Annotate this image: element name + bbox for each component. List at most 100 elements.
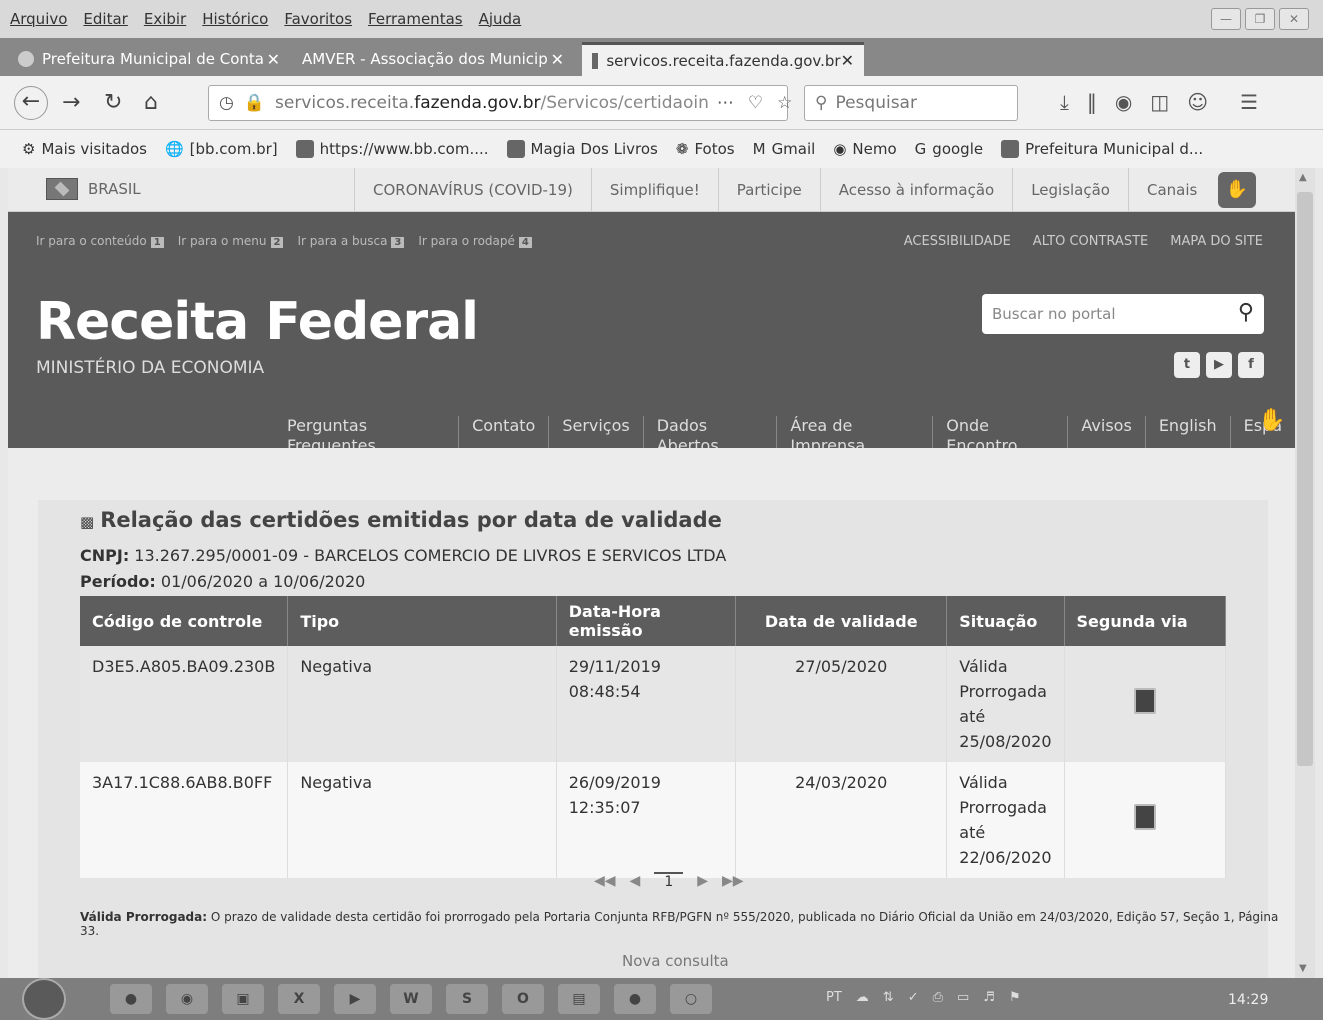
table-row: 3A17.1C88.6AB8.B0FF Negativa 26/09/2019 … — [80, 762, 1226, 878]
next-page-icon[interactable]: ▶ — [697, 873, 708, 889]
tab-label: Prefeitura Municipal de Conta — [42, 50, 264, 68]
folder-icon[interactable]: ▤ — [558, 984, 600, 1014]
tab-receita[interactable]: servicos.receita.fazenda.gov.br ✕ — [582, 42, 864, 76]
bookmark-fotos[interactable]: ❁ Fotos — [676, 140, 735, 158]
prev-page-icon[interactable]: ◀ — [630, 873, 641, 889]
check-icon[interactable]: ✓ — [908, 990, 919, 1005]
app-icon[interactable]: ● — [110, 984, 152, 1014]
link-acessibilidade[interactable]: ACESSIBILIDADE — [904, 234, 1011, 249]
clock[interactable]: 14:29 — [1228, 992, 1268, 1008]
app-icon[interactable]: ▣ — [222, 984, 264, 1014]
maximize-icon[interactable]: ❐ — [1245, 8, 1275, 30]
excel-icon[interactable]: X — [278, 984, 320, 1014]
facebook-icon[interactable]: f — [1238, 352, 1264, 378]
skip-link-footer[interactable]: Ir para o rodapé 4 — [418, 234, 532, 248]
first-page-icon[interactable]: ◀◀ — [594, 873, 616, 889]
network-icon[interactable]: ⇅ — [883, 990, 894, 1005]
pocket-icon[interactable]: ♡ — [748, 93, 763, 113]
app-icon[interactable]: ● — [614, 984, 656, 1014]
skip-link-menu[interactable]: Ir para o menu 2 — [178, 234, 284, 248]
gov-link-canais[interactable]: Canais — [1128, 168, 1215, 212]
bookmark-prefeitura[interactable]: Prefeitura Municipal d... — [1001, 140, 1203, 158]
last-page-icon[interactable]: ▶▶ — [722, 873, 744, 889]
menu-exibir[interactable]: Exibir — [144, 10, 186, 28]
lock-icon[interactable]: 🔒 — [244, 93, 265, 113]
portal-search-input[interactable]: Buscar no portal ⚲ — [982, 294, 1264, 334]
scroll-down-icon[interactable]: ▼ — [1299, 963, 1307, 974]
brasil-link[interactable]: BRASIL — [46, 178, 141, 200]
twitter-icon[interactable]: t — [1174, 352, 1200, 378]
bookmark-bb-url[interactable]: https://www.bb.com.... — [295, 140, 489, 158]
gov-link-covid[interactable]: CORONAVÍRUS (COVID-19) — [354, 168, 591, 212]
language-indicator[interactable]: PT — [826, 990, 842, 1005]
site-title[interactable]: Receita Federal — [36, 292, 479, 352]
shield-icon[interactable]: ◷ — [219, 93, 234, 113]
menu-arquivo[interactable]: Arquivo — [10, 10, 67, 28]
flag-icon[interactable]: ⚑ — [1009, 990, 1021, 1005]
account-icon[interactable]: ☺ — [1187, 90, 1208, 114]
menu-editar[interactable]: Editar — [83, 10, 127, 28]
bookmark-google[interactable]: Ggoogle — [915, 140, 983, 158]
scroll-thumb[interactable] — [1297, 192, 1313, 766]
bookmark-bb[interactable]: 🌐 [bb.com.br] — [165, 140, 278, 158]
bookmark-star-icon[interactable]: ☆ — [777, 93, 792, 113]
hamburger-menu-icon[interactable]: ☰ — [1240, 90, 1258, 114]
app-icon[interactable]: ○ — [670, 984, 712, 1014]
gov-link-simplifique[interactable]: Simplifique! — [590, 168, 718, 212]
bookmark-gmail[interactable]: M Gmail — [753, 140, 816, 158]
skip-link-content[interactable]: Ir para o conteúdo 1 — [36, 234, 164, 248]
app-icon[interactable]: S — [446, 984, 488, 1014]
skip-link-search[interactable]: Ir para a busca 3 — [297, 234, 405, 248]
reload-icon[interactable]: ↻ — [104, 90, 122, 115]
word-icon[interactable]: W — [390, 984, 432, 1014]
tab-amver[interactable]: AMVER - Associação dos Municip ✕ — [292, 42, 574, 76]
page-scrollbar[interactable]: ▲ ▼ — [1295, 168, 1315, 978]
menu-favoritos[interactable]: Favoritos — [284, 10, 352, 28]
menu-historico[interactable]: Histórico — [202, 10, 268, 28]
youtube-icon[interactable]: ▶ — [1206, 352, 1232, 378]
vlibras-hand-icon[interactable]: ✋ — [1258, 408, 1285, 433]
document-icon[interactable] — [1133, 803, 1156, 830]
address-bar[interactable]: ◷ 🔒 servicos.receita. fazenda.gov.br/Serv… — [208, 85, 792, 121]
bookmark-magia[interactable]: Magia Dos Livros — [506, 140, 658, 158]
media-icon[interactable]: ▶ — [334, 984, 376, 1014]
gov-link-acesso[interactable]: Acesso à informação — [819, 168, 1012, 212]
firefox-icon[interactable]: ◉ — [166, 984, 208, 1014]
document-icon[interactable] — [1133, 687, 1156, 714]
close-tab-icon[interactable]: ✕ — [841, 51, 854, 70]
volume-icon[interactable]: ♬ — [983, 990, 995, 1005]
search-field[interactable]: ⚲ Pesquisar — [804, 85, 1018, 121]
link-mapa-do-site[interactable]: MAPA DO SITE — [1170, 234, 1263, 249]
outlook-icon[interactable]: O — [502, 984, 544, 1014]
menu-ajuda[interactable]: Ajuda — [479, 10, 522, 28]
minimize-icon[interactable]: — — [1211, 8, 1241, 30]
cloud-icon[interactable]: ☁ — [856, 990, 869, 1005]
link-alto-contraste[interactable]: ALTO CONTRASTE — [1033, 234, 1148, 249]
library-icon[interactable]: ‖ — [1087, 90, 1097, 114]
close-tab-icon[interactable]: ✕ — [551, 50, 564, 69]
forward-icon[interactable]: → — [62, 90, 80, 115]
menu-ferramentas[interactable]: Ferramentas — [368, 10, 463, 28]
printer-icon[interactable]: ⎙ — [933, 990, 943, 1005]
periodo-line: Período: 01/06/2020 a 10/06/2020 — [80, 572, 365, 591]
bookmark-mais-visitados[interactable]: ⚙ Mais visitados — [22, 140, 147, 158]
close-window-icon[interactable]: ✕ — [1279, 8, 1309, 30]
tab-prefeitura[interactable]: Prefeitura Municipal de Conta ✕ — [8, 42, 290, 76]
close-tab-icon[interactable]: ✕ — [267, 50, 280, 69]
gov-link-participe[interactable]: Participe — [717, 168, 820, 212]
bookmark-nemo[interactable]: ◉ Nemo — [833, 140, 896, 158]
scroll-up-icon[interactable]: ▲ — [1299, 172, 1307, 183]
sidebar-icon[interactable]: ◫ — [1150, 90, 1169, 114]
monitor-icon[interactable]: ▭ — [957, 990, 969, 1005]
search-icon[interactable]: ⚲ — [1238, 300, 1254, 325]
page-actions-icon[interactable]: ⋯ — [717, 93, 734, 113]
page-number[interactable]: 1 — [654, 872, 684, 890]
download-icon[interactable]: ⤓ — [1060, 90, 1069, 114]
back-icon[interactable]: ← — [14, 86, 48, 120]
extension-icon[interactable]: ◉ — [1115, 90, 1132, 114]
gov-link-legislacao[interactable]: Legislação — [1012, 168, 1128, 212]
home-icon[interactable]: ⌂ — [144, 90, 158, 115]
start-button[interactable] — [22, 978, 66, 1020]
vlibras-hand-icon[interactable]: ✋ — [1218, 172, 1256, 208]
new-query-link[interactable]: Nova consulta — [622, 952, 729, 970]
